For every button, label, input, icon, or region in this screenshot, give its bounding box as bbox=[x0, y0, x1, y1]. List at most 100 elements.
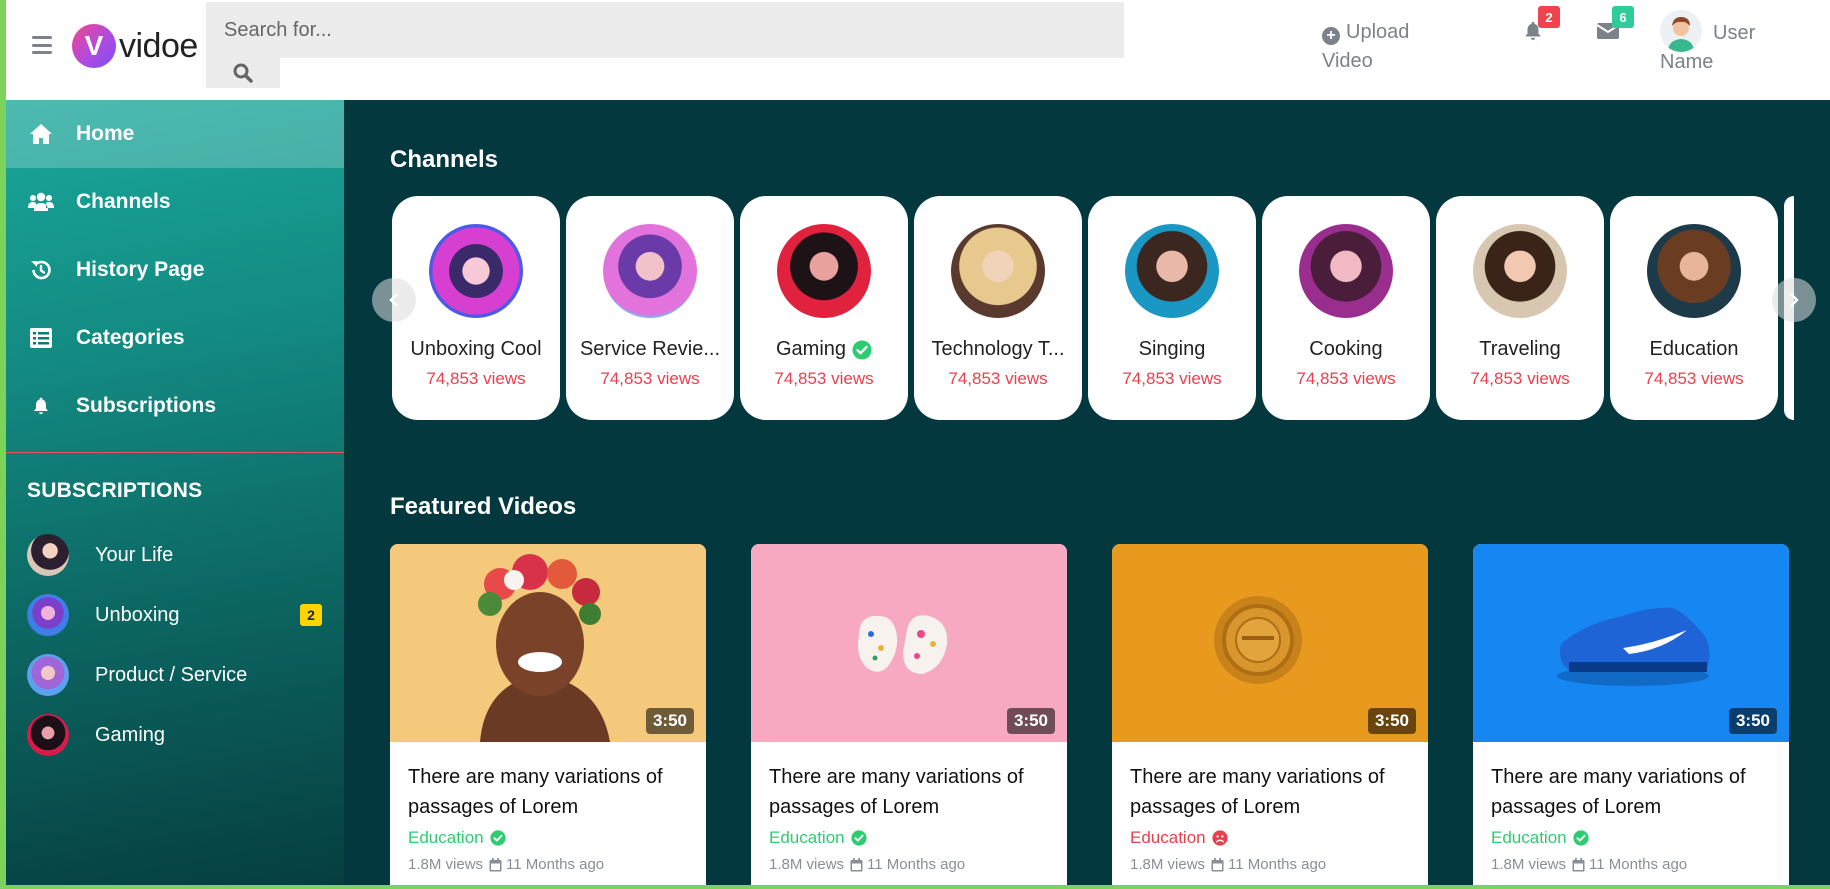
channel-card[interactable]: Singing 74,853 views bbox=[1088, 196, 1256, 420]
messages-badge: 6 bbox=[1612, 6, 1634, 28]
calendar-icon bbox=[489, 857, 502, 871]
video-views: 1.8M views bbox=[769, 856, 845, 873]
carousel-prev-button[interactable] bbox=[372, 278, 416, 322]
avatar bbox=[27, 714, 69, 756]
channel-card[interactable]: Education 74,853 views bbox=[1610, 196, 1778, 420]
avatar bbox=[603, 224, 697, 318]
channel-name: Cooking bbox=[1262, 338, 1430, 361]
video-category[interactable]: Education bbox=[1473, 822, 1789, 848]
carousel-next-button[interactable] bbox=[1772, 278, 1816, 322]
channel-name-text: Singing bbox=[1138, 338, 1206, 360]
video-title[interactable]: There are many variations of passages of… bbox=[1112, 742, 1428, 822]
video-category[interactable]: Education bbox=[751, 822, 1067, 848]
channel-name-text: Unboxing Cool bbox=[410, 338, 542, 360]
subscription-item[interactable]: Product / Service bbox=[6, 645, 344, 705]
user-name: User Name bbox=[1660, 22, 1756, 73]
video-title[interactable]: There are many variations of passages of… bbox=[1473, 742, 1789, 822]
avatar bbox=[27, 534, 69, 576]
video-thumbnail[interactable]: 3:50 bbox=[1112, 544, 1428, 742]
channel-card[interactable]: Service Revie... 74,853 views bbox=[566, 196, 734, 420]
avatar bbox=[1125, 224, 1219, 318]
avatar bbox=[1647, 224, 1741, 318]
subscription-item[interactable]: Your Life bbox=[6, 525, 344, 585]
video-category-label: Education bbox=[408, 828, 484, 847]
users-icon bbox=[28, 190, 54, 214]
sidebar-item-history[interactable]: History Page bbox=[6, 236, 344, 304]
plus-circle-icon: + bbox=[1322, 26, 1340, 45]
verified-check-icon bbox=[490, 830, 506, 846]
search-button[interactable] bbox=[206, 58, 280, 88]
channel-name: Singing bbox=[1088, 338, 1256, 361]
subscription-label: Your Life bbox=[95, 543, 174, 566]
video-category-label: Education bbox=[1130, 828, 1206, 847]
search-icon bbox=[233, 63, 253, 83]
upload-video-button[interactable]: + Upload Video bbox=[1322, 18, 1432, 76]
channel-name-text: Traveling bbox=[1479, 338, 1561, 360]
notifications-button[interactable]: 2 bbox=[1522, 6, 1560, 47]
channels-title: Channels bbox=[390, 146, 499, 173]
video-meta: 1.8M views 11 Months ago bbox=[390, 848, 706, 873]
video-card[interactable]: 3:50 There are many variations of passag… bbox=[751, 544, 1067, 885]
verified-check-icon bbox=[852, 340, 872, 359]
hamburger-icon[interactable] bbox=[32, 36, 52, 54]
channel-name: Traveling bbox=[1436, 338, 1604, 361]
channel-views: 74,853 views bbox=[426, 369, 526, 388]
video-category[interactable]: Education bbox=[390, 822, 706, 848]
channel-card[interactable]: Cooking 74,853 views bbox=[1262, 196, 1430, 420]
logo[interactable]: V vidoe bbox=[72, 24, 198, 68]
subscription-item[interactable]: Gaming bbox=[6, 705, 344, 765]
avatar bbox=[1299, 224, 1393, 318]
avatar bbox=[429, 224, 523, 318]
channel-views: 74,853 views bbox=[774, 369, 874, 388]
search-input[interactable] bbox=[206, 2, 1124, 58]
sad-face-icon bbox=[1212, 830, 1228, 846]
sidebar-item-categories[interactable]: Categories bbox=[6, 304, 344, 372]
sidebar-item-channels[interactable]: Channels bbox=[6, 168, 344, 236]
video-thumbnail[interactable]: 3:50 bbox=[751, 544, 1067, 742]
video-date: 11 Months ago bbox=[867, 856, 966, 873]
subscription-badge: 2 bbox=[300, 604, 322, 626]
video-meta: 1.8M views 11 Months ago bbox=[1473, 848, 1789, 873]
verified-check-icon bbox=[851, 830, 867, 846]
avatar bbox=[951, 224, 1045, 318]
video-date: 11 Months ago bbox=[1589, 856, 1688, 873]
video-card[interactable]: 3:50 There are many variations of passag… bbox=[1473, 544, 1789, 885]
channel-card[interactable]: Gaming 74,853 views bbox=[740, 196, 908, 420]
main-content: Channels Unboxing Cool 74,853 views Serv… bbox=[344, 100, 1830, 885]
channel-name-text: Cooking bbox=[1309, 338, 1383, 360]
bell-icon bbox=[28, 394, 54, 418]
video-thumbnail[interactable]: 3:50 bbox=[390, 544, 706, 742]
video-title[interactable]: There are many variations of passages of… bbox=[390, 742, 706, 822]
video-category[interactable]: Education bbox=[1112, 822, 1428, 848]
sidebar-item-label: Categories bbox=[76, 326, 185, 349]
avatar bbox=[27, 594, 69, 636]
video-duration: 3:50 bbox=[1006, 708, 1055, 734]
top-navbar: V vidoe +Upload Video 2 6 bbox=[6, 0, 1830, 100]
history-icon bbox=[28, 258, 54, 282]
avatar bbox=[777, 224, 871, 318]
channel-name: Gaming bbox=[740, 338, 908, 361]
channel-card[interactable]: Unboxing Cool 74,853 views bbox=[392, 196, 560, 420]
video-card[interactable]: 3:50 There are many variations of passag… bbox=[390, 544, 706, 885]
channel-card[interactable]: Traveling 74,853 views bbox=[1436, 196, 1604, 420]
video-card[interactable]: 3:50 There are many variations of passag… bbox=[1112, 544, 1428, 885]
video-title[interactable]: There are many variations of passages of… bbox=[751, 742, 1067, 822]
sidebar-item-home[interactable]: Home bbox=[6, 100, 344, 168]
subscription-label: Unboxing bbox=[95, 603, 180, 626]
messages-button[interactable]: 6 bbox=[1596, 6, 1634, 47]
channel-name-text: Education bbox=[1649, 338, 1739, 360]
chevron-left-icon bbox=[389, 293, 398, 307]
channel-views: 74,853 views bbox=[600, 369, 700, 388]
video-date: 11 Months ago bbox=[1228, 856, 1327, 873]
channel-name-text: Technology T... bbox=[931, 338, 1065, 360]
sidebar: Home Channels History Page Categories Su… bbox=[6, 100, 344, 885]
video-thumbnail[interactable]: 3:50 bbox=[1473, 544, 1789, 742]
channel-views: 74,853 views bbox=[1122, 369, 1222, 388]
home-icon bbox=[28, 122, 54, 146]
sidebar-item-subscriptions[interactable]: Subscriptions bbox=[6, 372, 344, 440]
sidebar-item-label: History Page bbox=[76, 258, 205, 281]
subscription-item[interactable]: Unboxing 2 bbox=[6, 585, 344, 645]
calendar-icon bbox=[1572, 857, 1585, 871]
video-views: 1.8M views bbox=[1491, 856, 1567, 873]
channel-card[interactable]: Technology T... 74,853 views bbox=[914, 196, 1082, 420]
